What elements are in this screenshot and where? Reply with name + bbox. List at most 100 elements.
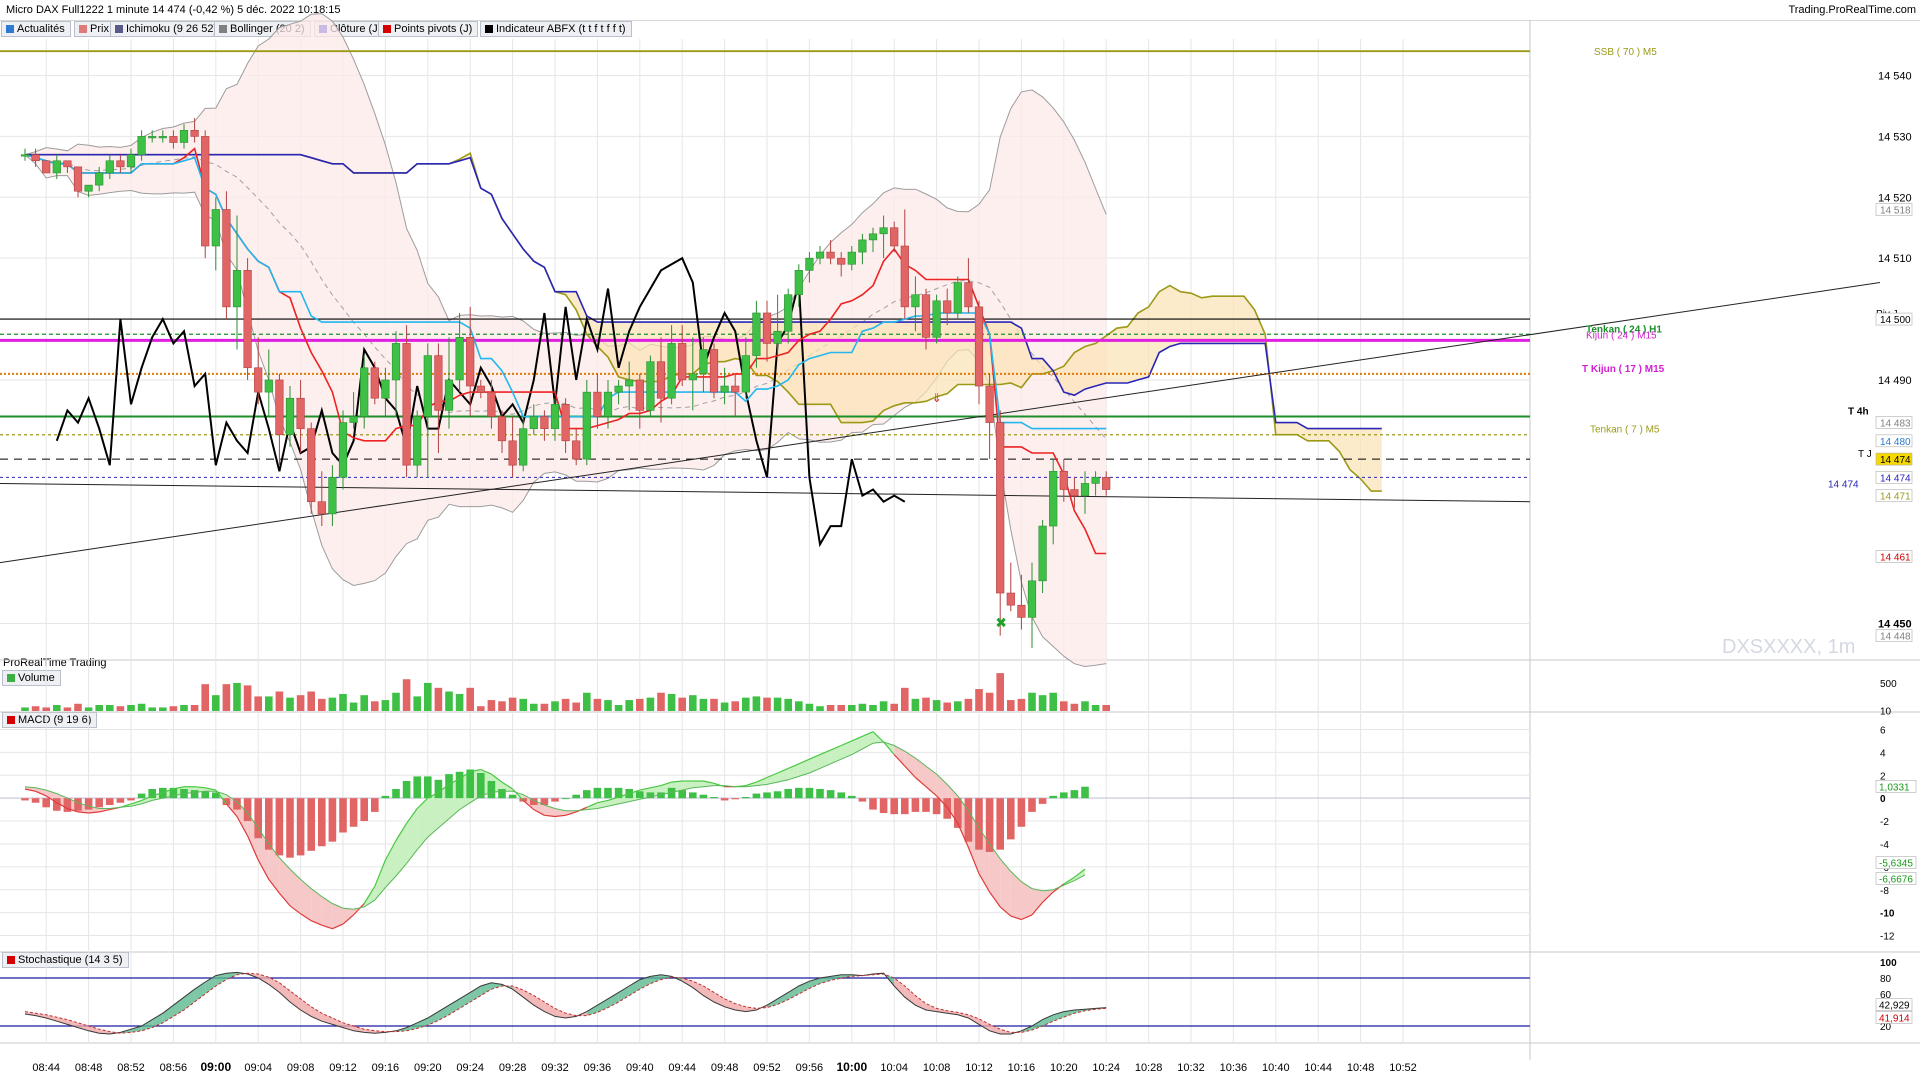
candle-body (646, 361, 655, 411)
price-label-text: 14 483 (1880, 419, 1911, 430)
volume-bar (742, 697, 750, 711)
candle-body (105, 160, 114, 174)
volume-bar (487, 700, 496, 711)
candle-body (264, 379, 273, 393)
candle-body (932, 300, 941, 338)
x-tick-label: 08:56 (160, 1062, 188, 1074)
volume-bar (1007, 700, 1015, 711)
macd-histogram-bar (487, 780, 496, 799)
candle-body (762, 312, 772, 344)
macd-histogram-bar (636, 791, 644, 799)
candle-body (678, 343, 687, 381)
macd-histogram-bar (742, 797, 750, 799)
candle-body (84, 184, 93, 192)
volume-bar (21, 707, 29, 711)
volume-bar (1060, 701, 1068, 711)
stoch-fill-segment (438, 1005, 449, 1021)
macd-fill-segment (417, 798, 428, 850)
macd-histogram-bar (731, 798, 739, 800)
x-tick-label: 08:44 (32, 1062, 60, 1074)
volume-bar (254, 696, 262, 711)
volume-bar (720, 702, 729, 711)
candle-body (1080, 483, 1090, 496)
volume-bar (318, 698, 326, 711)
macd-y-tick: 4 (1880, 748, 1886, 759)
macd-histogram-bar (901, 798, 909, 815)
volume-bar (360, 695, 368, 711)
x-tick-label: 10:00 (836, 1060, 867, 1074)
volume-bar (964, 698, 973, 711)
last-price-text: 14 474 (1828, 479, 1859, 490)
volume-y-tick: 500 (1880, 679, 1897, 690)
macd-fill-segment (1010, 871, 1022, 920)
candle-body (307, 428, 316, 503)
macd-histogram-bar (773, 791, 782, 799)
candle-body (1038, 525, 1047, 582)
volume-bar (286, 697, 294, 711)
macd-histogram-bar (1017, 798, 1026, 827)
volume-bar (816, 706, 824, 711)
volume-bar (339, 693, 347, 711)
macd-histogram-bar (826, 790, 835, 799)
candle-body (148, 136, 157, 139)
volume-bar (381, 700, 390, 711)
x-tick-label: 10:20 (1050, 1062, 1078, 1074)
volume-bar (890, 703, 898, 711)
x-tick-label: 09:08 (287, 1062, 315, 1074)
y-tick-label: 14 540 (1878, 71, 1912, 83)
macd-histogram-bar (434, 779, 443, 799)
volume-bar (307, 691, 315, 711)
volume-bar (583, 692, 591, 711)
chart-canvas[interactable]: 08:44 08:48 08:52 08:56 09:00 09:04 09:08 09:12… (0, 0, 1920, 1080)
macd-histogram-bar (508, 794, 517, 799)
candle-body (275, 379, 284, 436)
stoch-fill-segment (788, 986, 799, 1000)
volume-bar (985, 692, 994, 711)
price-label-text: 14 518 (1880, 205, 1911, 216)
volume-bar (1017, 698, 1026, 711)
candle-body (1049, 470, 1058, 527)
volume-bar (190, 704, 199, 711)
candle-body (222, 209, 231, 308)
stoch-fill-segment (470, 986, 481, 1002)
stoch-fill-segment (290, 990, 301, 1010)
volume-bar (222, 684, 231, 711)
candle-body (476, 385, 485, 393)
candle-body (603, 391, 613, 417)
volume-bar (604, 700, 612, 711)
volume-bar (349, 702, 358, 711)
x-tick-label: 10:12 (965, 1062, 993, 1074)
stoch-fill-segment (523, 990, 534, 1006)
candle-body (561, 403, 570, 442)
x-tick-label: 09:00 (200, 1060, 231, 1074)
x-tick-label: 10:04 (880, 1062, 908, 1074)
volume-bar (540, 703, 549, 711)
candle-body (52, 160, 61, 174)
x-tick-label: 10:08 (923, 1062, 951, 1074)
volume-bar (180, 704, 188, 711)
volume-bar (1028, 692, 1036, 711)
macd-value-label: 1,0331 (1879, 782, 1910, 793)
macd-histogram-bar (561, 798, 570, 800)
candle-body (423, 355, 432, 417)
volume-bar (975, 689, 983, 711)
stoch-fill-segment (629, 979, 640, 996)
candle-body (550, 403, 560, 429)
macd-histogram-bar (795, 787, 803, 799)
volume-bar (84, 707, 93, 711)
volume-bar (233, 682, 241, 711)
macd-histogram-bar (307, 798, 315, 851)
volume-bar (996, 673, 1004, 711)
x-tick-label: 10:48 (1347, 1062, 1375, 1074)
volume-bar (434, 687, 443, 711)
volume-bar (275, 691, 284, 711)
candle-body (879, 227, 888, 235)
macd-histogram-bar (265, 798, 273, 850)
volume-bar (455, 693, 464, 711)
candle-body (996, 422, 1005, 594)
y-tick-label: 14 510 (1878, 253, 1912, 265)
macd-histogram-bar (551, 798, 559, 802)
macd-y-tick: -12 (1880, 932, 1895, 943)
volume-bar (31, 706, 40, 711)
volume-bar (763, 697, 771, 711)
